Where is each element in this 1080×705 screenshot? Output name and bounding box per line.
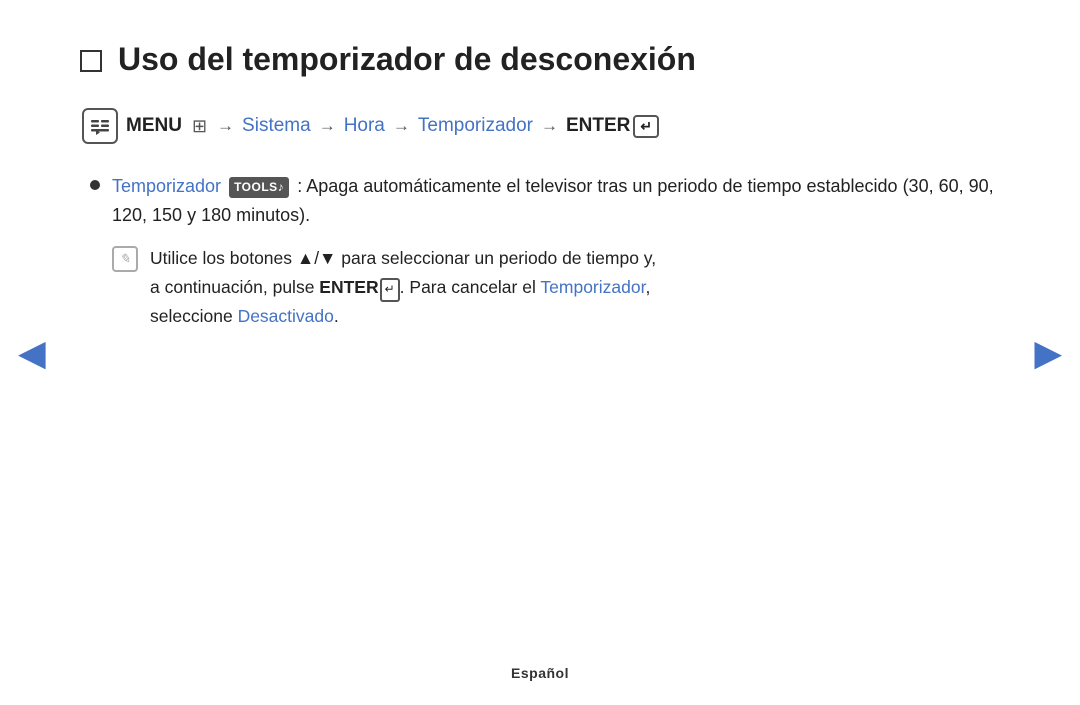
menu-grid-icon: ⊞ (190, 116, 209, 137)
footer-language: Español (511, 665, 569, 681)
menu-path: MENU ⊞ → Sistema → Hora → Temporizador →… (82, 108, 1000, 144)
nav-arrow-right[interactable]: ▶ (1034, 335, 1062, 371)
title-row: Uso del temporizador de desconexión (80, 40, 1000, 78)
nav-arrow-left[interactable]: ◀ (18, 335, 46, 371)
bullet-dot (90, 180, 100, 190)
arrow-1: → (217, 116, 234, 136)
page-title: Uso del temporizador de desconexión (118, 40, 696, 78)
note-line1: Utilice los botones ▲/▼ para seleccionar… (150, 248, 656, 268)
temporizador-bullet-link[interactable]: Temporizador (112, 176, 221, 196)
hora-link[interactable]: Hora (344, 115, 385, 137)
note-enter-bold: ENTER (319, 277, 378, 297)
enter-icon: ↵ (633, 115, 659, 138)
note-line3-end: . (334, 306, 339, 326)
note-text: Utilice los botones ▲/▼ para seleccionar… (150, 244, 656, 331)
temporizador-cancel-link[interactable]: Temporizador (540, 277, 645, 297)
note-line3-pre: seleccione (150, 306, 238, 326)
bullet-text: Temporizador TOOLS♪ : Apaga automáticame… (112, 172, 1000, 230)
menu-icon (82, 108, 118, 144)
enter-label: ENTER (566, 115, 630, 137)
note-enter-icon: ↵ (380, 278, 400, 302)
note-icon: ✎ (112, 246, 138, 272)
note-row: ✎ Utilice los botones ▲/▼ para seleccion… (112, 244, 1000, 331)
arrow-4: → (541, 116, 558, 136)
enter-button: ENTER↵ (566, 115, 659, 138)
temporizador-link[interactable]: Temporizador (418, 115, 533, 137)
note-line2-end: , (645, 277, 650, 297)
content-section: Temporizador TOOLS♪ : Apaga automáticame… (90, 172, 1000, 330)
note-line2-pre: a continuación, pulse (150, 277, 319, 297)
menu-label: MENU (126, 115, 182, 137)
checkbox-icon (80, 50, 102, 72)
arrow-3: → (393, 116, 410, 136)
tools-badge: TOOLS♪ (229, 177, 289, 198)
bullet-row: Temporizador TOOLS♪ : Apaga automáticame… (90, 172, 1000, 230)
desactivado-link[interactable]: Desactivado (238, 306, 334, 326)
note-line2-mid: . Para cancelar el (400, 277, 541, 297)
sistema-link[interactable]: Sistema (242, 115, 311, 137)
arrow-2: → (319, 116, 336, 136)
page-container: Uso del temporizador de desconexión MENU… (0, 0, 1080, 705)
